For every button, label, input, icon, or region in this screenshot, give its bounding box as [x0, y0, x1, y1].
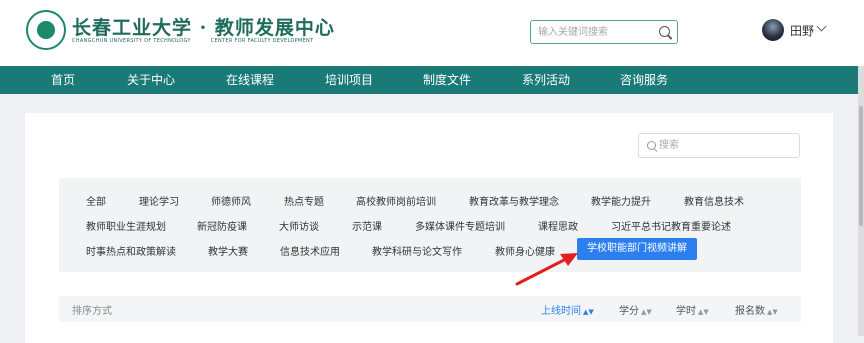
category-item[interactable]: 信息技术应用: [280, 243, 340, 258]
category-item[interactable]: 教学科研与论文写作: [372, 243, 462, 258]
site-title[interactable]: 长春工业大学 · 教师发展中心: [72, 13, 335, 40]
nav-consulting[interactable]: 咨询服务: [620, 66, 668, 94]
course-search[interactable]: [638, 133, 800, 158]
category-item[interactable]: 教师职业生涯规划: [86, 218, 166, 233]
sort-arrows-icon: ▲▼: [767, 308, 778, 316]
category-item[interactable]: 教育改革与教学理念: [469, 193, 559, 208]
header-search-input[interactable]: [538, 24, 648, 40]
nav-training[interactable]: 培训项目: [325, 66, 373, 94]
sort-by-enrollment[interactable]: 报名数 ▲▼: [735, 302, 778, 317]
sort-option-label: 报名数: [735, 306, 765, 317]
category-item[interactable]: 多媒体课件专题培训: [415, 218, 505, 233]
category-item[interactable]: 教育信息技术: [684, 193, 744, 208]
category-item[interactable]: 教师身心健康: [495, 243, 555, 258]
subtitle-center: CENTER FOR FACULTY DEVELOPMENT: [210, 38, 314, 44]
scrollbar-thumb[interactable]: [859, 106, 863, 226]
sort-by-credits[interactable]: 学分 ▲▼: [619, 302, 652, 317]
category-item[interactable]: 理论学习: [139, 193, 179, 208]
user-name[interactable]: 田野: [790, 22, 814, 39]
course-search-input[interactable]: [659, 138, 789, 153]
site-header: 长春工业大学 · 教师发展中心 CHANGCHUN UNIVERSITY OF …: [0, 0, 864, 66]
category-item[interactable]: 教学大赛: [208, 243, 248, 258]
category-item-active[interactable]: 学校职能部门视频讲解: [577, 238, 697, 260]
main-nav: 首页 关于中心 在线课程 培训项目 制度文件 系列活动 咨询服务: [0, 66, 858, 94]
sort-arrows-icon: ▲▼: [641, 308, 652, 316]
sort-arrows-icon: ▲▼: [583, 308, 594, 316]
page-scrollbar[interactable]: [858, 66, 864, 336]
category-item[interactable]: 热点专题: [284, 193, 324, 208]
category-item[interactable]: 课程思政: [538, 218, 578, 233]
nav-online-courses[interactable]: 在线课程: [226, 66, 274, 94]
category-item[interactable]: 时事热点和政策解读: [86, 243, 176, 258]
site-subtitle: CHANGCHUN UNIVERSITY OF TECHNOLOGY CENTER…: [72, 38, 333, 44]
user-avatar[interactable]: [762, 19, 784, 41]
search-icon[interactable]: [647, 141, 656, 150]
sort-label: 排序方式: [72, 306, 112, 317]
sort-option-label: 学分: [619, 306, 639, 317]
nav-activities[interactable]: 系列活动: [522, 66, 570, 94]
sort-arrows-icon: ▲▼: [698, 308, 709, 316]
category-item[interactable]: 示范课: [352, 218, 382, 233]
nav-about[interactable]: 关于中心: [127, 66, 175, 94]
category-item[interactable]: 教学能力提升: [591, 193, 651, 208]
category-item[interactable]: 新冠防疫课: [197, 218, 247, 233]
category-item[interactable]: 大师访谈: [279, 218, 319, 233]
search-icon[interactable]: [659, 26, 670, 37]
nav-policies[interactable]: 制度文件: [423, 66, 471, 94]
category-item[interactable]: 习近平总书记教育重要论述: [611, 218, 731, 233]
category-item[interactable]: 师德师风: [211, 193, 251, 208]
subtitle-university: CHANGCHUN UNIVERSITY OF TECHNOLOGY: [72, 38, 191, 44]
nav-home[interactable]: 首页: [51, 66, 75, 94]
sort-by-hours[interactable]: 学时 ▲▼: [676, 302, 709, 317]
header-search[interactable]: [530, 20, 678, 44]
category-item[interactable]: 全部: [86, 193, 106, 208]
chevron-down-icon[interactable]: [816, 21, 827, 32]
category-item[interactable]: 高校教师岗前培训: [356, 193, 436, 208]
sort-option-label: 上线时间: [541, 306, 581, 317]
university-logo-icon[interactable]: [26, 10, 66, 50]
sort-by-online-time[interactable]: 上线时间 ▲▼: [541, 302, 594, 317]
sort-option-label: 学时: [676, 306, 696, 317]
